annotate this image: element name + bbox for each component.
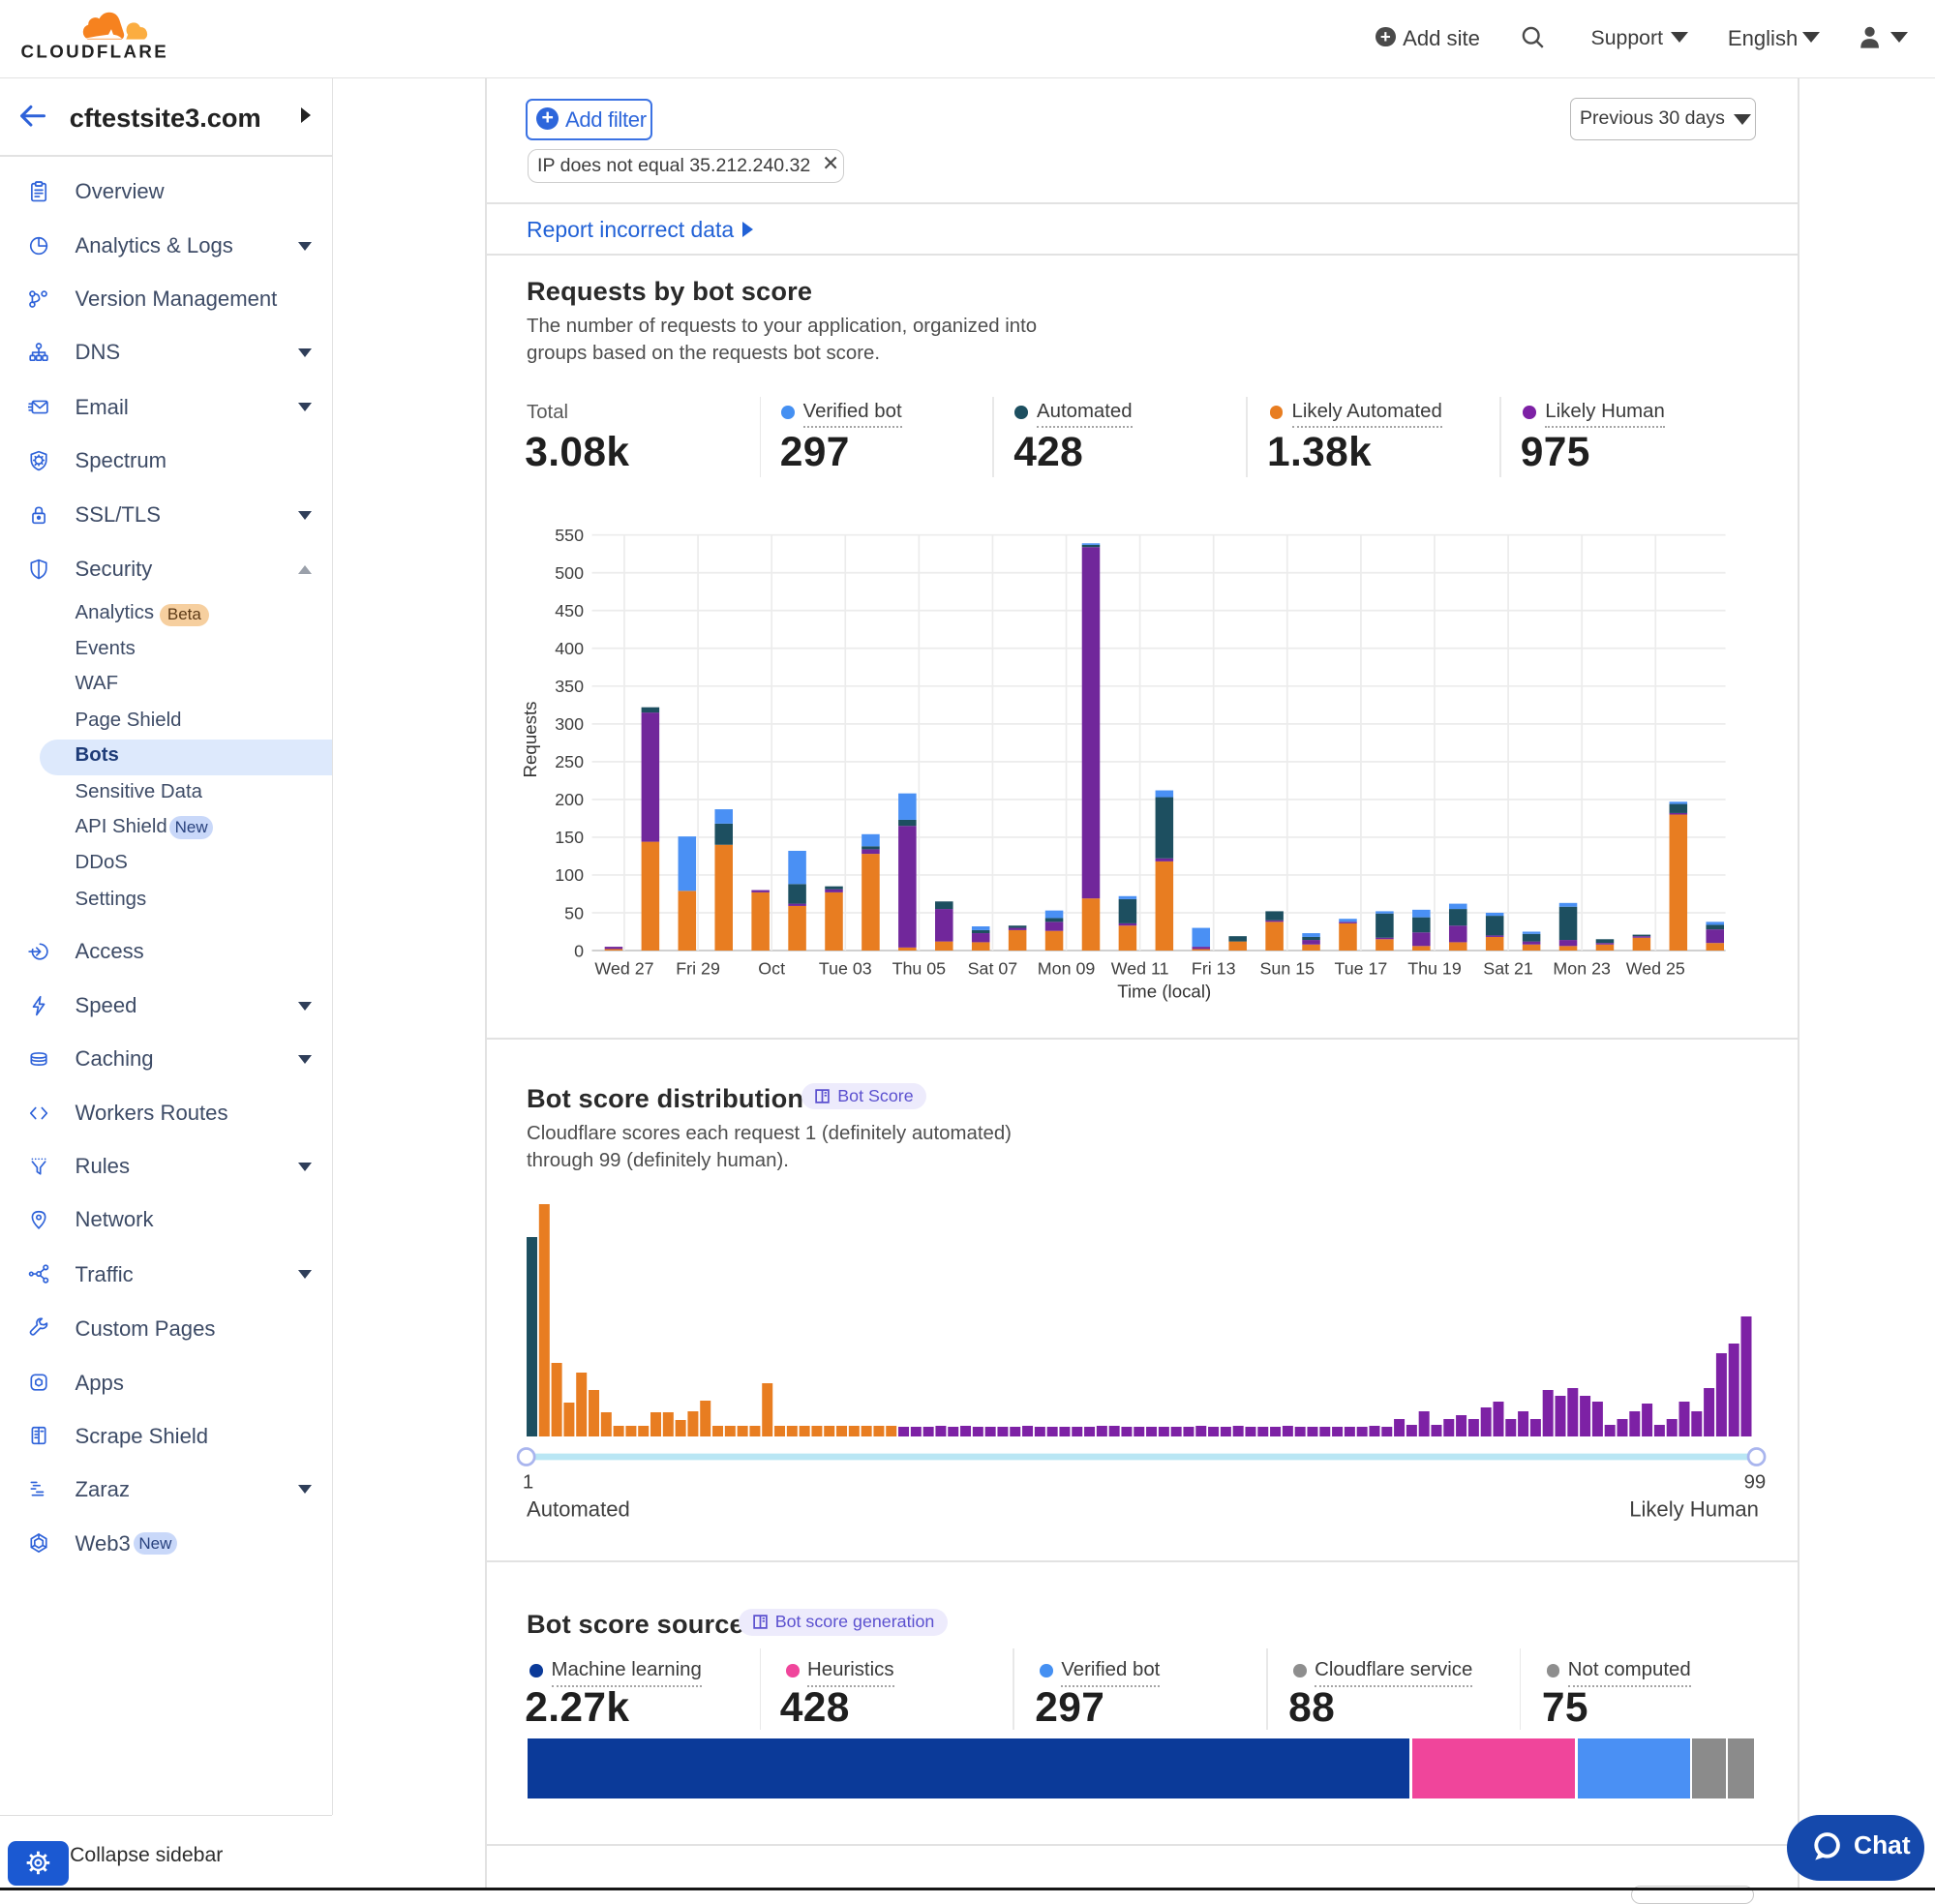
svg-text:Thu 05: Thu 05 bbox=[892, 959, 947, 979]
svg-text:Mon 23: Mon 23 bbox=[1553, 959, 1611, 979]
svg-text:Automated: Automated bbox=[527, 1497, 630, 1522]
svg-text:0: 0 bbox=[574, 941, 584, 960]
svg-text:Oct: Oct bbox=[758, 959, 785, 979]
svg-text:Sat 21: Sat 21 bbox=[1483, 959, 1533, 979]
svg-text:350: 350 bbox=[555, 677, 584, 696]
svg-text:Sat 07: Sat 07 bbox=[968, 959, 1018, 979]
svg-text:50: 50 bbox=[564, 903, 584, 922]
svg-text:400: 400 bbox=[555, 639, 584, 658]
svg-text:250: 250 bbox=[555, 752, 584, 771]
svg-text:450: 450 bbox=[555, 601, 584, 620]
svg-text:Sun 15: Sun 15 bbox=[1260, 959, 1315, 979]
svg-text:Fri 29: Fri 29 bbox=[676, 959, 720, 979]
svg-text:Thu 19: Thu 19 bbox=[1407, 959, 1462, 979]
svg-text:100: 100 bbox=[555, 865, 584, 885]
svg-text:Wed 27: Wed 27 bbox=[594, 959, 653, 979]
svg-text:99: 99 bbox=[1744, 1471, 1767, 1493]
svg-text:500: 500 bbox=[555, 563, 584, 583]
svg-text:Tue 03: Tue 03 bbox=[819, 959, 872, 979]
svg-text:300: 300 bbox=[555, 714, 584, 734]
svg-text:CLOUDFLARE: CLOUDFLARE bbox=[20, 41, 168, 61]
svg-text:Fri 13: Fri 13 bbox=[1192, 959, 1236, 979]
svg-text:150: 150 bbox=[555, 828, 584, 847]
svg-text:200: 200 bbox=[555, 790, 584, 809]
svg-text:1: 1 bbox=[523, 1471, 533, 1493]
svg-text:Wed 11: Wed 11 bbox=[1111, 959, 1169, 979]
svg-text:Time (local): Time (local) bbox=[1117, 981, 1211, 1001]
svg-text:Requests: Requests bbox=[520, 701, 540, 777]
svg-text:Wed 25: Wed 25 bbox=[1626, 959, 1685, 979]
svg-text:Likely Human: Likely Human bbox=[1629, 1497, 1759, 1522]
svg-text:Mon 09: Mon 09 bbox=[1038, 959, 1096, 979]
svg-text:Tue 17: Tue 17 bbox=[1334, 959, 1387, 979]
svg-text:550: 550 bbox=[555, 526, 584, 545]
